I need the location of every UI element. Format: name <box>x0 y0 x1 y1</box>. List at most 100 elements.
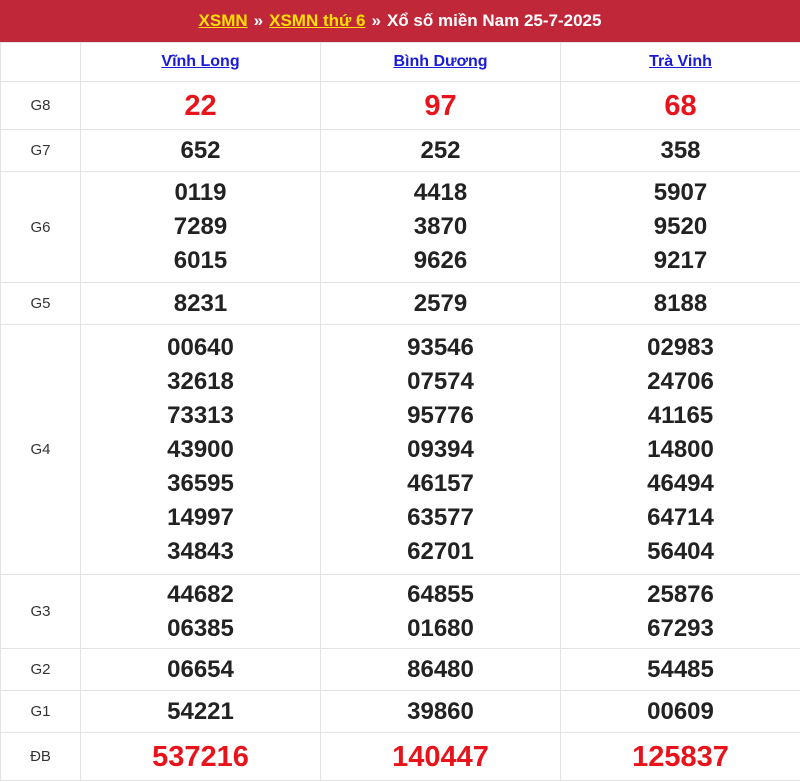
prize-cell: 54485 <box>560 648 800 691</box>
winning-number: 06654 <box>167 655 234 683</box>
winning-number: 02983 <box>647 333 714 361</box>
prize-cell: 8188 <box>560 282 800 325</box>
winning-number: 00609 <box>647 697 714 725</box>
winning-number: 67293 <box>647 614 714 642</box>
winning-number: 5907 <box>653 179 708 206</box>
winning-number: 36595 <box>167 469 234 497</box>
winning-number-highlight: 68 <box>664 89 697 122</box>
winning-number: 0119 <box>174 179 227 206</box>
prize-cell: 0119 7289 6015 <box>80 171 321 283</box>
breadcrumb-separator: » <box>253 11 264 30</box>
prize-label: G4 <box>0 324 81 575</box>
winning-number: 62701 <box>407 537 474 565</box>
prize-row: ĐB 537216 140447 125837 <box>0 732 800 781</box>
prize-cell: 537216 <box>80 732 321 781</box>
winning-number: 2579 <box>413 289 468 317</box>
prize-cell: 140447 <box>320 732 561 781</box>
province-cell: Trà Vinh <box>560 42 800 82</box>
winning-number: 7289 <box>173 213 228 240</box>
winning-number: 4418 <box>413 179 468 206</box>
prize-label: G1 <box>0 690 81 733</box>
winning-number: 86480 <box>407 655 474 683</box>
prize-row: G7 652 252 358 <box>0 129 800 172</box>
winning-number: 8188 <box>653 289 708 317</box>
winning-number: 14800 <box>647 435 714 463</box>
page-title: Xổ số miền Nam 25-7-2025 <box>386 11 602 30</box>
winning-number: 25876 <box>647 580 714 608</box>
prize-cell: 125837 <box>560 732 800 781</box>
prize-cell: 93546 07574 95776 09394 46157 63577 62701 <box>320 324 561 575</box>
province-cell: Vĩnh Long <box>80 42 321 82</box>
prize-cell: 358 <box>560 129 800 172</box>
prize-cell: 2579 <box>320 282 561 325</box>
winning-number: 95776 <box>407 401 474 429</box>
winning-number: 56404 <box>647 537 714 565</box>
prize-cell: 25876 67293 <box>560 574 800 649</box>
prize-cell: 39860 <box>320 690 561 733</box>
winning-number: 64714 <box>647 503 714 531</box>
prize-cell: 64855 01680 <box>320 574 561 649</box>
winning-number: 14997 <box>167 503 234 531</box>
winning-number: 06385 <box>167 614 234 642</box>
winning-number: 07574 <box>407 367 474 395</box>
prize-cell: 00609 <box>560 690 800 733</box>
prize-row: G8 22 97 68 <box>0 81 800 130</box>
winning-number: 44682 <box>167 580 234 608</box>
winning-number: 358 <box>660 136 701 164</box>
prize-label: G8 <box>0 81 81 130</box>
winning-number: 252 <box>420 136 461 164</box>
prize-label: G2 <box>0 648 81 691</box>
winning-number-highlight: 97 <box>424 89 457 122</box>
winning-number-highlight: 537216 <box>152 740 249 773</box>
winning-number-highlight: 125837 <box>632 740 729 773</box>
winning-number: 54221 <box>167 697 234 725</box>
winning-number: 43900 <box>167 435 234 463</box>
prize-cell: 252 <box>320 129 561 172</box>
prize-row: G1 54221 39860 00609 <box>0 690 800 733</box>
prize-cell: 06654 <box>80 648 321 691</box>
winning-number: 41165 <box>647 401 714 429</box>
prize-label: G6 <box>0 171 81 283</box>
winning-number: 9520 <box>653 213 708 240</box>
prize-label: G3 <box>0 574 81 649</box>
results-table: Vĩnh Long Bình Dương Trà Vinh G8 22 97 68 G7… <box>0 42 800 781</box>
winning-number: 8231 <box>173 289 228 317</box>
province-link-tra-vinh[interactable]: Trà Vinh <box>649 53 712 70</box>
prize-cell: 00640 32618 73313 43900 36595 14997 34843 <box>80 324 321 575</box>
province-link-vinh-long[interactable]: Vĩnh Long <box>161 53 239 70</box>
winning-number: 3870 <box>413 213 468 240</box>
prize-cell: 4418 3870 9626 <box>320 171 561 283</box>
winning-number-highlight: 22 <box>184 89 217 122</box>
breadcrumb: XSMN » XSMN thứ 6 » Xổ số miền Nam 25-7-… <box>0 0 800 42</box>
breadcrumb-separator: » <box>371 11 381 30</box>
prize-row: G3 44682 06385 64855 01680 25876 67293 <box>0 574 800 649</box>
corner-cell <box>0 42 81 82</box>
prize-cell: 86480 <box>320 648 561 691</box>
winning-number: 9217 <box>653 247 708 274</box>
province-link-binh-duong[interactable]: Bình Dương <box>393 53 487 70</box>
prize-cell: 652 <box>80 129 321 172</box>
winning-number: 6015 <box>173 247 228 274</box>
prize-row: G4 00640 32618 73313 43900 36595 14997 34843 935… <box>0 324 800 575</box>
winning-number: 01680 <box>407 614 474 642</box>
breadcrumb-link-xsmn[interactable]: XSMN <box>199 11 248 31</box>
prize-row: G5 8231 2579 8188 <box>0 282 800 325</box>
prize-cell: 22 <box>80 81 321 130</box>
winning-number: 00640 <box>167 333 234 361</box>
province-header-row: Vĩnh Long Bình Dương Trà Vinh <box>0 42 800 82</box>
prize-cell: 54221 <box>80 690 321 733</box>
winning-number: 64855 <box>407 580 474 608</box>
breadcrumb-link-xsmn-thu-6[interactable]: XSMN thứ 6 <box>269 11 365 31</box>
prize-label: G5 <box>0 282 81 325</box>
winning-number: 32618 <box>167 367 234 395</box>
province-cell: Bình Dương <box>320 42 561 82</box>
winning-number: 46157 <box>407 469 474 497</box>
winning-number: 09394 <box>407 435 474 463</box>
prize-cell: 8231 <box>80 282 321 325</box>
prize-row: G2 06654 86480 54485 <box>0 648 800 691</box>
winning-number: 39860 <box>407 697 474 725</box>
prize-cell: 02983 24706 41165 14800 46494 64714 56404 <box>560 324 800 575</box>
winning-number: 54485 <box>647 655 714 683</box>
winning-number: 652 <box>180 136 221 164</box>
winning-number: 63577 <box>407 503 474 531</box>
